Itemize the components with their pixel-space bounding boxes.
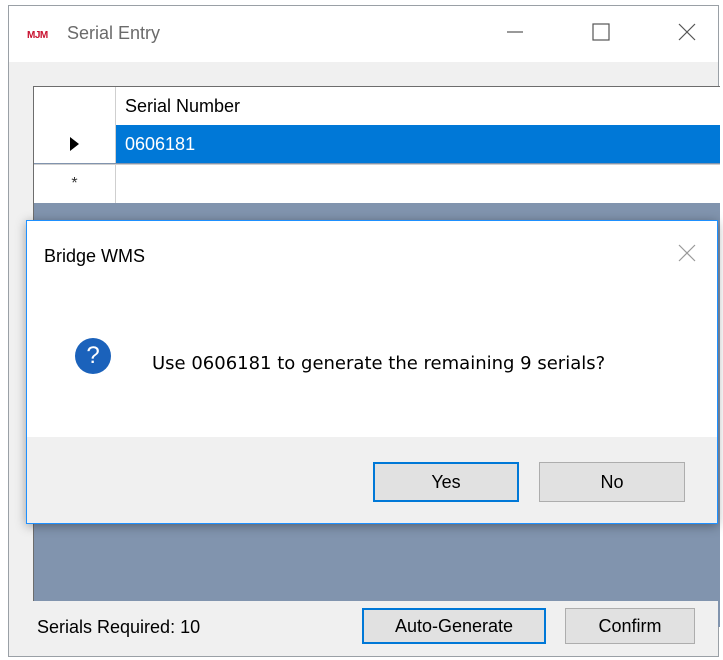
dialog-close-button[interactable] <box>669 235 705 271</box>
message-dialog: Bridge WMS ? Use 0606181 to generate the… <box>26 220 718 524</box>
maximize-button[interactable] <box>575 12 627 52</box>
confirm-button[interactable]: Confirm <box>565 608 695 644</box>
new-row-asterisk-icon: * <box>71 175 78 192</box>
minimize-button[interactable] <box>489 12 541 52</box>
current-row-arrow-icon <box>70 137 79 151</box>
minimize-icon <box>507 31 523 33</box>
maximize-icon <box>592 23 610 41</box>
close-button[interactable] <box>661 12 713 52</box>
row-header-corner <box>34 87 116 125</box>
column-header-serial-number[interactable]: Serial Number <box>116 87 720 125</box>
grid-header-row: Serial Number <box>34 87 720 126</box>
dialog-message: Use 0606181 to generate the remaining 9 … <box>152 353 606 374</box>
window-title: Serial Entry <box>67 23 161 43</box>
title-bar[interactable]: MJM Serial Entry <box>9 6 718 62</box>
app-logo: MJM <box>27 30 48 41</box>
yes-button[interactable]: Yes <box>373 462 519 502</box>
dialog-button-bar: Yes No <box>27 437 717 523</box>
new-row[interactable]: * <box>34 164 720 203</box>
close-icon <box>678 23 696 41</box>
table-row[interactable]: 0606181 <box>34 125 720 163</box>
auto-generate-button[interactable]: Auto-Generate <box>362 608 546 644</box>
dialog-title: Bridge WMS <box>44 246 146 266</box>
footer-bar: Serials Required: 10 Auto-Generate Confi… <box>9 601 718 656</box>
question-icon: ? <box>75 338 111 374</box>
serial-cell[interactable] <box>116 165 720 203</box>
row-selector[interactable] <box>34 125 116 163</box>
serial-cell[interactable]: 0606181 <box>116 125 720 163</box>
close-icon <box>678 244 696 262</box>
no-button[interactable]: No <box>539 462 685 502</box>
row-selector[interactable]: * <box>34 165 116 203</box>
serials-required-label: Serials Required: 10 <box>37 617 201 637</box>
